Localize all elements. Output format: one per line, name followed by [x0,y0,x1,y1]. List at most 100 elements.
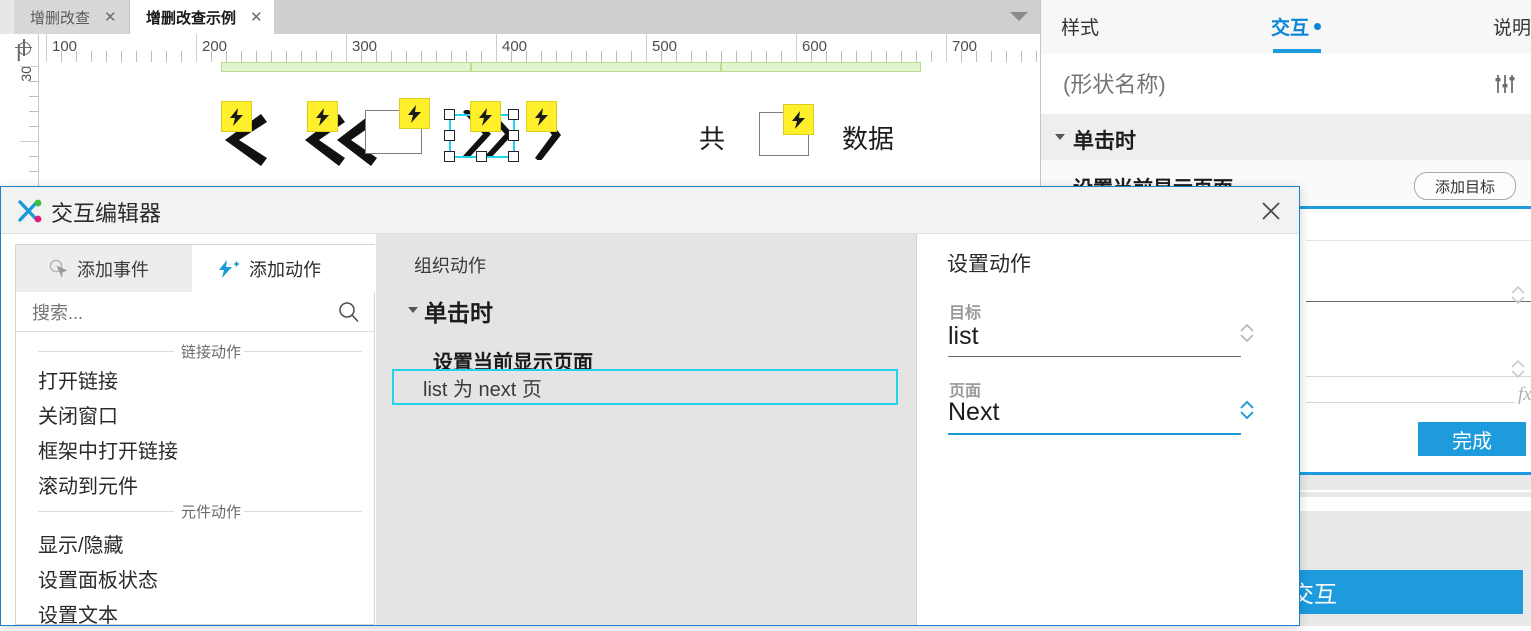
canvas-tab-0-label: 增删改查 [30,9,91,27]
ruler-minor-tick [916,51,917,62]
action-item-open-link-in-frame[interactable]: 框架中打开链接 [16,432,374,467]
event-header-row[interactable]: 单击时 [1041,114,1531,160]
ruler-minor-tick [586,51,587,62]
tab-add-action[interactable]: 添加动作 [192,245,375,292]
ruler-minor-tick [421,51,422,62]
canvas-text-total[interactable]: 共 [699,119,725,156]
ruler-minor-tick [106,51,107,62]
ruler-major-tick [46,34,47,62]
ruler-minor-tick [871,51,872,62]
dialog-titlebar[interactable]: 交互编辑器 [1,187,1299,234]
shape-name-input[interactable] [1061,68,1445,102]
ruler-minor-tick [301,51,302,62]
horizontal-ruler[interactable]: 100 200 300 400 500 600 700 [0,34,1040,63]
done-button[interactable]: 完成 [1418,422,1526,456]
vertical-ruler-tick-label: 30 [18,66,34,82]
form-divider [1306,240,1531,241]
target-stepper-icon[interactable] [1509,284,1527,306]
action-item-open-link[interactable]: 打开链接 [16,362,374,397]
ruler-minor-tick [151,51,152,62]
canvas-tab-1-close-icon[interactable]: ✕ [250,10,263,25]
horizontal-ruler-tick-label: 700 [952,38,978,55]
inspector-tabbar: 样式 交互 说明 [1041,0,1531,55]
tab-add-event[interactable]: 添加事件 [16,245,192,292]
group-label: 元件动作 [174,501,249,522]
action-item-set-panel-state[interactable]: 设置面板状态 [16,561,374,596]
canvas-tab-0-close-icon[interactable]: ✕ [104,10,117,25]
interaction-badge[interactable] [399,98,430,129]
ruler-minor-tick [391,51,392,62]
canvas-text-data[interactable]: 数据 [842,119,894,156]
canvas-tabbar: 增删改查 ✕ 增删改查示例 ✕ [0,0,1040,35]
ruler-minor-tick [781,51,782,62]
origin-crosshair-icon[interactable] [0,34,39,62]
page-stepper-icon[interactable] [1509,358,1527,380]
organize-selected-action[interactable]: list 为 next 页 [392,369,898,405]
page-value[interactable]: Next [948,398,999,427]
ruler-minor-tick [451,51,452,62]
caret-down-icon[interactable] [1055,134,1065,140]
action-item-label: 滚动到元件 [38,476,138,498]
horizontal-ruler-tick-label: 600 [802,38,828,55]
page-field-underline [1306,376,1531,377]
new-interaction-button[interactable]: 交互 [1285,570,1523,614]
ruler-minor-tick [901,51,902,62]
horizontal-ruler-tick-label: 300 [352,38,378,55]
tab-style[interactable]: 样式 [1061,0,1141,53]
tab-add-event-label: 添加事件 [77,259,149,280]
add-target-button[interactable]: 添加目标 [1414,172,1516,200]
target-value[interactable]: list [948,322,979,351]
horizontal-ruler-tick-label: 500 [652,38,678,55]
ruler-minor-tick [541,51,542,62]
action-item-label: 框架中打开链接 [38,441,178,463]
ruler-minor-tick [29,81,38,82]
horizontal-ruler-tick-label: 400 [502,38,528,55]
design-canvas[interactable]: 共 数据 [39,62,1040,186]
action-item-show-hide[interactable]: 显示/隐藏 [16,526,374,561]
ruler-major-tick [496,34,497,62]
action-search-row [16,292,374,332]
ruler-minor-tick [616,51,617,62]
interaction-badge[interactable] [526,101,557,132]
dialog-body: 添加事件 添加动作 搜索... 链接动作 打开链接 关闭窗口 框架中打开链接 滚… [1,234,1299,627]
ruler-minor-tick [631,51,632,62]
tab-interactions[interactable]: 交互 [1241,0,1351,53]
ruler-minor-tick [29,171,38,172]
tab-notes[interactable]: 说明 [1461,0,1531,53]
interaction-badge[interactable] [783,104,814,135]
ruler-minor-tick [29,111,38,112]
target-select-stepper-icon[interactable] [1237,320,1257,346]
ruler-minor-tick [1036,51,1037,62]
ruler-minor-tick [751,51,752,62]
interaction-badge[interactable] [307,101,338,132]
chevron-down-icon[interactable] [1010,12,1028,21]
fx-icon[interactable]: fx [1518,384,1531,406]
search-icon[interactable] [338,301,360,328]
interaction-badge[interactable] [221,101,252,132]
search-input[interactable] [30,298,324,328]
value-field-underline [1306,402,1515,403]
action-item-scroll-to-widget[interactable]: 滚动到元件 [16,467,374,502]
interaction-badge[interactable] [470,101,501,132]
page-select-stepper-icon[interactable] [1237,397,1257,423]
ruler-minor-tick [706,51,707,62]
close-icon[interactable] [1257,197,1285,225]
sliders-icon[interactable] [1494,74,1516,99]
caret-down-icon[interactable] [408,307,418,313]
ruler-minor-tick [406,51,407,62]
ruler-minor-tick [1021,51,1022,62]
ruler-minor-tick [181,51,182,62]
horizontal-ruler-tick-label: 200 [202,38,228,55]
ruler-minor-tick [29,156,38,157]
action-item-label: 关闭窗口 [38,406,118,428]
ruler-major-tick [346,34,347,62]
vertical-ruler[interactable]: 30 [0,62,39,186]
canvas-tab-1[interactable]: 增删改查示例 ✕ [130,0,274,34]
action-item-close-window[interactable]: 关闭窗口 [16,397,374,432]
target-field-underline [948,356,1241,357]
configure-action-panel: 设置动作 目标 list 页面 Next [916,234,1299,625]
organize-actions-title: 组织动作 [414,256,486,276]
ruler-minor-tick [886,51,887,62]
canvas-tab-0[interactable]: 增删改查 ✕ [14,0,130,34]
ruler-minor-tick [136,51,137,62]
